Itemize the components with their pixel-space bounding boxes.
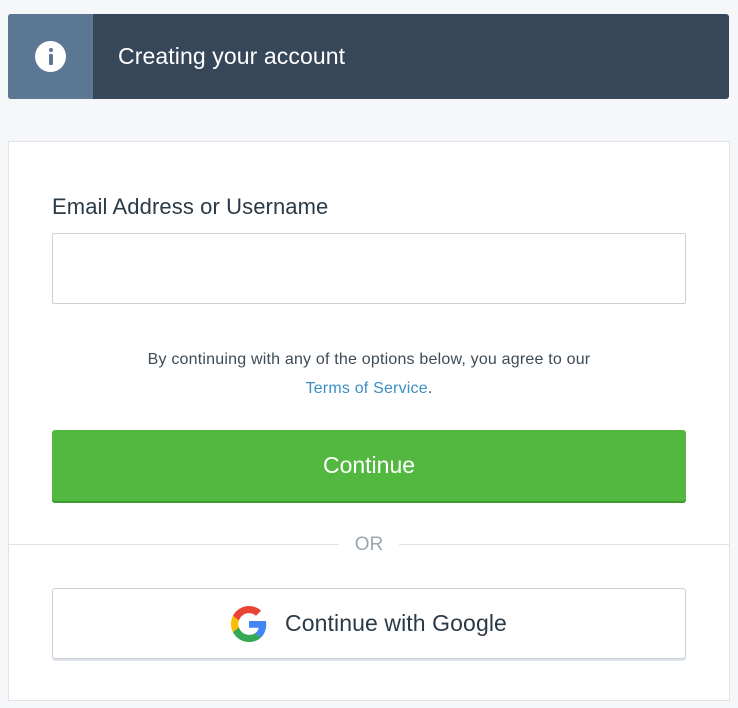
terms-punctuation: . [427,380,433,397]
signup-card: Email Address or Username By continuing … [8,141,730,701]
email-input[interactable] [52,233,686,304]
or-divider-label: OR [339,533,399,557]
continue-with-google-button[interactable]: Continue with Google [52,588,686,659]
google-button-label: Continue with Google [285,610,507,636]
terms-notice: By continuing with any of the options be… [9,345,729,403]
google-icon [231,605,267,642]
account-creation-banner: Creating your account [8,14,729,99]
banner-message: Creating your account [118,43,346,69]
terms-text: By continuing with any of the options be… [147,351,591,368]
continue-button[interactable]: Continue [52,430,686,501]
banner-icon-container [8,14,93,99]
terms-of-service-link[interactable]: Terms of Service [306,380,428,397]
info-icon [35,41,66,72]
email-label: Email Address or Username [52,194,329,219]
